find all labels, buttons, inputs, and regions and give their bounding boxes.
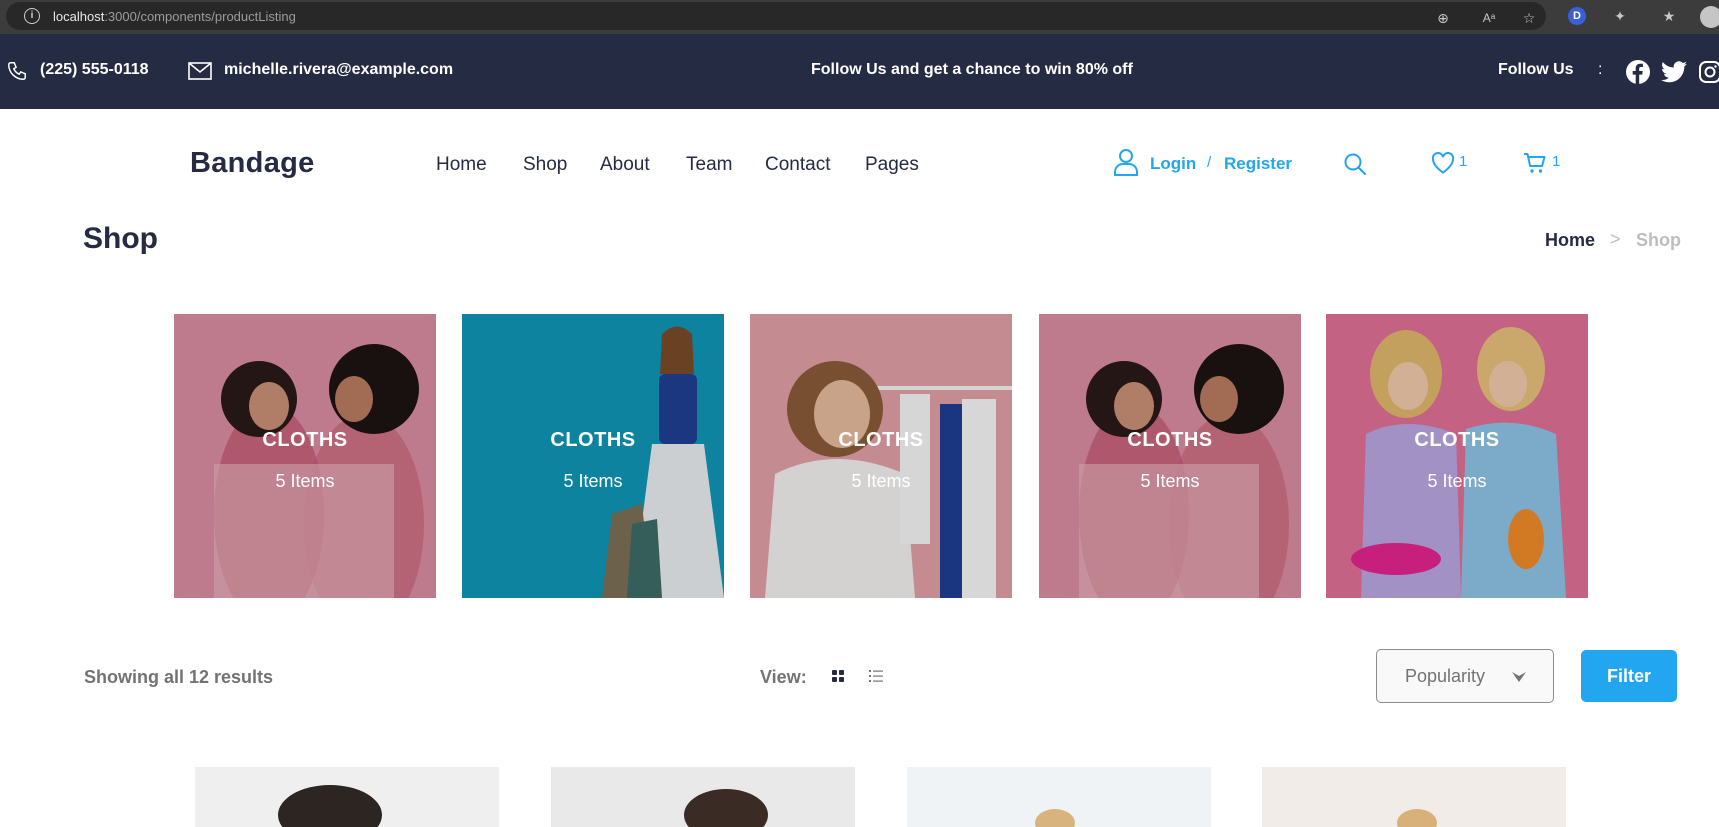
category-title: CLOTHS [550,429,636,451]
wishlist-count: 1 [1459,153,1468,170]
page-title: Shop [83,222,158,255]
read-aloud-icon[interactable]: Aᵃ [1480,9,1498,27]
category-count: 5 Items [275,471,335,491]
browser-toolbar: i localhost:3000/components/productListi… [0,0,1719,34]
category-card[interactable]: CLOTHS 5 Items [1039,314,1301,598]
nav-about[interactable]: About [600,154,650,176]
category-title: CLOTHS [838,429,924,451]
category-count: 5 Items [1427,471,1487,491]
product-card[interactable] [551,767,855,827]
instagram-icon[interactable] [1698,60,1719,84]
nav-contact[interactable]: Contact [765,154,830,176]
category-overlay [462,314,724,598]
extension-d-icon[interactable]: D [1568,7,1586,25]
sort-select[interactable]: Popularity [1376,649,1554,703]
view-label: View: [760,667,807,687]
zoom-icon[interactable]: ⊕ [1434,9,1452,27]
list-view-icon[interactable] [861,662,891,690]
phone-icon [8,62,26,80]
product-image [907,767,1211,827]
twitter-icon[interactable] [1661,61,1687,83]
filter-button[interactable]: Filter [1581,650,1677,702]
nav-team[interactable]: Team [686,154,732,176]
login-link[interactable]: Login [1150,154,1196,174]
facebook-icon[interactable] [1626,60,1650,84]
brand-logo[interactable]: Bandage [190,147,315,180]
promo-text: Follow Us and get a chance to win 80% of… [811,61,1133,78]
register-link[interactable]: Register [1224,154,1292,174]
category-card[interactable]: CLOTHS 5 Items [750,314,1012,598]
profile-avatar[interactable] [1700,6,1719,28]
category-overlay [1326,314,1588,598]
breadcrumb-home[interactable]: Home [1545,230,1595,251]
product-card[interactable] [907,767,1211,827]
results-count: Showing all 12 results [84,667,274,687]
category-overlay [750,314,1012,598]
follow-separator: : [1598,61,1603,78]
mail-icon [188,62,212,80]
email-address[interactable]: michelle.rivera@example.com [224,61,453,79]
category-overlay [174,314,436,598]
category-overlay [1039,314,1301,598]
chevron-down-icon [1512,672,1526,682]
category-count: 5 Items [563,471,623,491]
nav-pages[interactable]: Pages [865,154,919,176]
address-bar[interactable]: i localhost:3000/components/productListi… [6,2,1546,30]
extensions-puzzle-icon[interactable]: ✦ [1611,7,1629,25]
category-title: CLOTHS [262,429,348,451]
cart-icon[interactable] [1523,152,1547,174]
product-card[interactable] [195,767,499,827]
category-count: 5 Items [851,471,911,491]
nav-home[interactable]: Home [436,154,487,176]
user-icon[interactable] [1113,148,1139,176]
category-card[interactable]: CLOTHS 5 Items [462,314,724,598]
cart-count: 1 [1552,153,1561,170]
phone-number[interactable]: (225) 555-0118 [40,61,149,79]
auth-slash: / [1207,154,1212,171]
sort-selected-value: Popularity [1405,666,1486,686]
follow-us-label: Follow Us [1498,61,1574,78]
category-title: CLOTHS [1127,429,1213,451]
category-card[interactable]: CLOTHS 5 Items [174,314,436,598]
wishlist-heart-icon[interactable] [1431,152,1455,174]
product-card[interactable] [1262,767,1566,827]
product-image [1262,767,1566,827]
chevron-right-icon: > [1610,229,1621,249]
product-image [195,767,499,827]
favorite-star-icon[interactable]: ☆ [1520,9,1538,27]
nav-shop[interactable]: Shop [523,154,567,176]
search-icon[interactable] [1343,152,1367,176]
category-title: CLOTHS [1414,429,1500,451]
category-count: 5 Items [1140,471,1200,491]
top-info-bar: (225) 555-0118 michelle.rivera@example.c… [0,34,1719,109]
site-info-icon[interactable]: i [24,8,40,24]
favorites-list-icon[interactable]: ★ [1660,7,1678,25]
breadcrumb-current: Shop [1636,230,1681,250]
grid-view-icon[interactable] [823,662,853,690]
url-text[interactable]: localhost:3000/components/productListing [53,9,296,24]
category-card[interactable]: CLOTHS 5 Items [1326,314,1588,598]
product-image [551,767,855,827]
